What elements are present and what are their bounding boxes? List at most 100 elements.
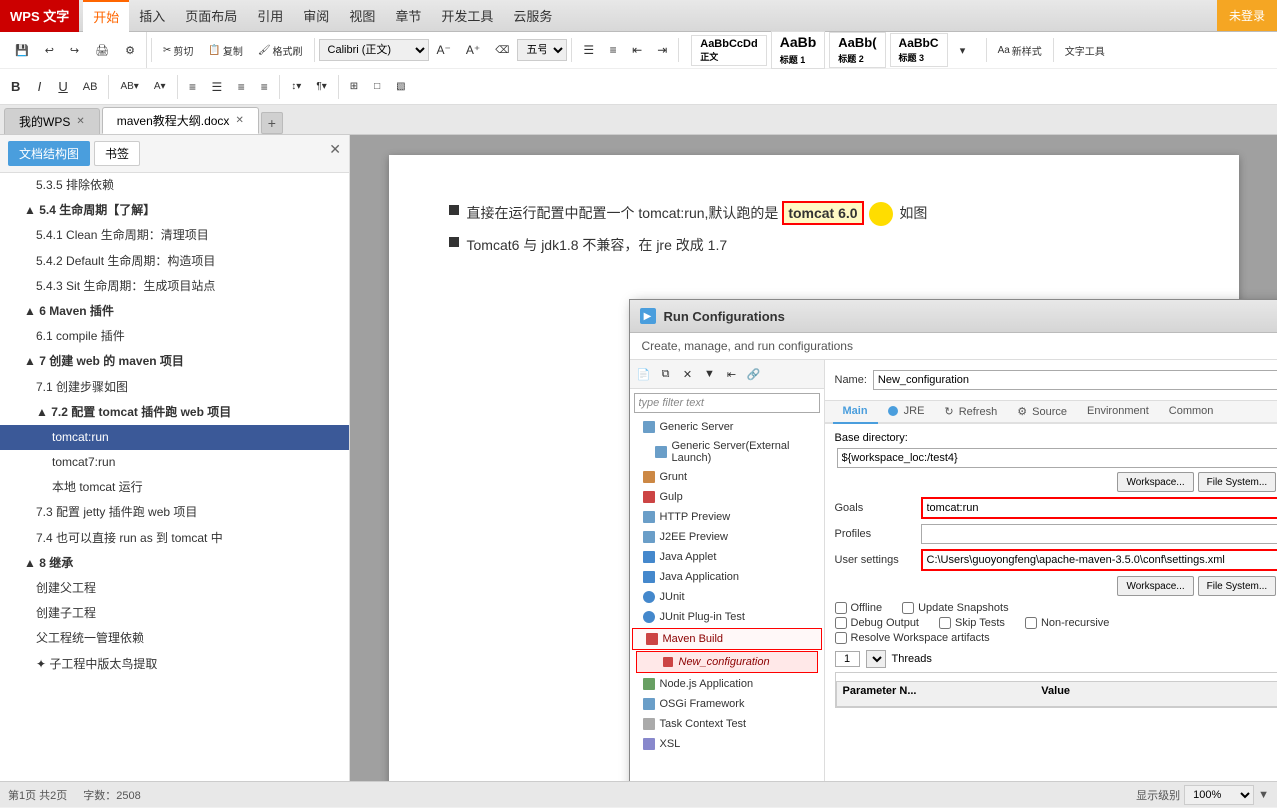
workspace-btn-2[interactable]: Workspace... [1117,576,1193,596]
wenzhu-btn[interactable]: 文字工具 [1058,37,1112,63]
save-button[interactable]: 💾 [8,37,36,63]
menu-insert[interactable]: 插入 [129,0,175,32]
user-settings-input[interactable] [921,549,1277,571]
style-h1[interactable]: AaBb标题 1 [771,31,826,69]
goals-input[interactable] [921,497,1277,519]
style-h2[interactable]: AaBb(标题 2 [829,32,885,68]
print-button[interactable]: 🖨 [88,37,116,63]
outline-item-73[interactable]: 7.3 配置 jetty 插件跑 web 项目 [0,500,349,525]
outline-item-543[interactable]: 5.4.3 Sit 生命周期：生成项目站点 [0,274,349,299]
strikethrough-button[interactable]: AB [76,74,105,100]
undo-button[interactable]: ↩ [38,37,61,63]
tab-refresh[interactable]: ↻ Refresh [934,401,1007,424]
paragraph-spacing-btn[interactable]: ¶▾ [309,74,333,100]
sidebar-tab-outline[interactable]: 文档结构图 [8,141,90,166]
skip-tests-checkbox[interactable] [939,617,951,629]
tab-main[interactable]: Main [833,401,878,424]
tab-jre[interactable]: JRE [878,401,935,424]
filesystem-btn-2[interactable]: File System... [1198,576,1277,596]
tree-maven-build[interactable]: Maven Build [632,628,822,650]
font-increase-btn[interactable]: A⁺ [459,37,487,63]
tab-add-button[interactable]: + [261,112,283,134]
copy-button[interactable]: 📋 复制 [201,37,249,63]
sidebar-close-button[interactable]: ✕ [329,141,341,166]
sidebar-tab-bookmark[interactable]: 书签 [94,141,140,166]
login-button[interactable]: 未登录 [1217,0,1277,31]
filter-input[interactable] [634,393,820,413]
menu-layout[interactable]: 页面布局 [175,0,247,32]
align-justify-btn[interactable]: ≡ [253,74,275,100]
wps-logo[interactable]: WPS 文字 [0,0,79,32]
cb-resolve-ws[interactable]: Resolve Workspace artifacts [835,632,990,644]
delete-config-btn[interactable]: ✕ [678,364,698,384]
menu-chapter[interactable]: 章节 [385,0,431,32]
offline-checkbox[interactable] [835,602,847,614]
tree-nodejs[interactable]: Node.js Application [630,674,824,694]
outline-item-create-parent[interactable]: 创建父工程 [0,576,349,601]
outline-item-tomcat7run[interactable]: tomcat7:run [0,450,349,475]
tree-new-configuration[interactable]: New_configuration [636,651,818,673]
tools-button[interactable]: ⚙ [118,37,142,63]
menu-review[interactable]: 审阅 [293,0,339,32]
style-normal[interactable]: AaBbCcDd正文 [691,35,766,66]
profiles-input[interactable] [921,524,1277,544]
workspace-btn-1[interactable]: Workspace... [1117,472,1193,492]
outline-item-535[interactable]: 5.3.5 排除依赖 [0,173,349,198]
filter-config-btn[interactable]: ▼ [700,364,720,384]
debug-output-checkbox[interactable] [835,617,847,629]
outline-item-local-tomcat[interactable]: 本地 tomcat 运行 [0,475,349,500]
tab-maven-docx[interactable]: maven教程大纲.docx ✕ [102,107,259,134]
tree-xsl[interactable]: XSL [630,734,824,754]
tree-generic-external[interactable]: Generic Server(External Launch) [630,437,824,467]
non-recursive-checkbox[interactable] [1025,617,1037,629]
outline-item-extract-version[interactable]: ✦ 子工程中版太鸟提取 [0,652,349,677]
outline-item-8[interactable]: ▲ 8 继承 [0,551,349,576]
outline-item-72[interactable]: ▲ 7.2 配置 tomcat 插件跑 web 项目 [0,400,349,425]
zoom-decrease-btn[interactable]: ▼ [1258,789,1269,801]
tree-osgi[interactable]: OSGi Framework [630,694,824,714]
menu-cloud[interactable]: 云服务 [503,0,562,32]
outline-item-71[interactable]: 7.1 创建步骤如图 [0,375,349,400]
new-style-btn[interactable]: Aa 新样式 [991,37,1049,63]
menu-start[interactable]: 开始 [83,0,129,32]
cb-update-snapshots[interactable]: Update Snapshots [902,602,1009,614]
cb-offline[interactable]: Offline [835,602,883,614]
style-expand-btn[interactable]: ▾ [952,37,974,63]
font-color-btn[interactable]: A▾ [147,74,173,100]
tree-j2ee-preview[interactable]: J2EE Preview [630,527,824,547]
indent-decrease-btn[interactable]: ⇤ [625,37,649,63]
indent-increase-btn[interactable]: ⇥ [650,37,674,63]
threads-dropdown[interactable] [866,650,886,668]
table-btn[interactable]: ⊞ [343,74,365,100]
style-h3[interactable]: AaBbC标题 3 [890,33,948,67]
tree-generic-server[interactable]: Generic Server [630,417,824,437]
outline-item-61[interactable]: 6.1 compile 插件 [0,324,349,349]
base-dir-input[interactable] [837,448,1277,468]
outline-item-6[interactable]: ▲ 6 Maven 插件 [0,299,349,324]
new-config-btn[interactable]: 📄 [634,364,654,384]
clear-format-btn[interactable]: ⌫ [488,37,516,63]
resolve-ws-checkbox[interactable] [835,632,847,644]
outline-item-tomcatrun[interactable]: tomcat:run [0,425,349,450]
tree-java-app[interactable]: Java Application [630,567,824,587]
outline-item-manage-deps[interactable]: 父工程统一管理依赖 [0,626,349,651]
menu-devtools[interactable]: 开发工具 [431,0,503,32]
italic-button[interactable]: I [28,74,50,100]
outline-item-54[interactable]: ▲ 5.4 生命周期【了解】 [0,198,349,223]
bold-button[interactable]: B [4,74,27,100]
cb-debug-output[interactable]: Debug Output [835,617,920,629]
line-spacing-btn[interactable]: ↕▾ [284,74,308,100]
cb-skip-tests[interactable]: Skip Tests [939,617,1005,629]
font-select[interactable]: Calibri (正文) [319,39,429,61]
zoom-select[interactable]: 100% [1184,785,1254,805]
tab-mywps-close[interactable]: ✕ [76,116,84,127]
outline-item-542[interactable]: 5.4.2 Default 生命周期：构造项目 [0,249,349,274]
tree-task-context[interactable]: Task Context Test [630,714,824,734]
format-paint-button[interactable]: 🖌 格式刷 [251,37,310,63]
tab-common[interactable]: Common [1159,401,1224,424]
outline-item-create-child[interactable]: 创建子工程 [0,601,349,626]
scroll-lock-btn[interactable]: 🔗 [744,364,764,384]
align-right-btn[interactable]: ≡ [230,74,252,100]
collapse-all-btn[interactable]: ⇤ [722,364,742,384]
list-ordered-btn[interactable]: ≡ [602,37,624,63]
